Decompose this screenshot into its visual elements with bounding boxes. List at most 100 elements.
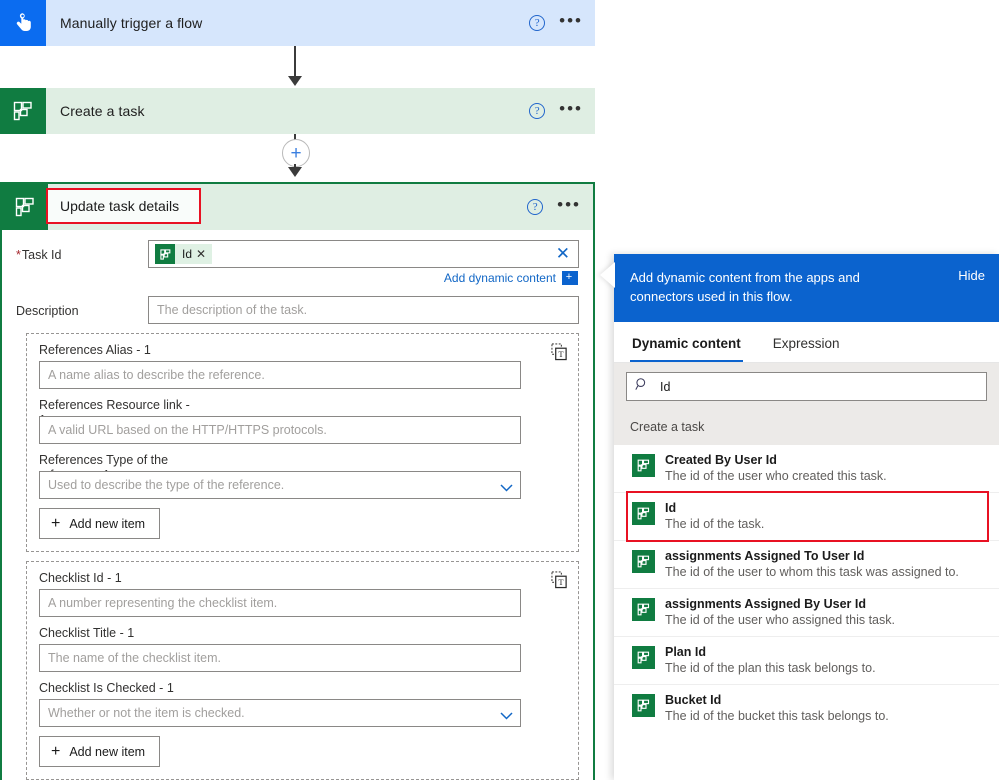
dynamic-content-search-wrapper: Id (614, 363, 999, 411)
list-item-text: assignments Assigned To User Id The id o… (665, 548, 959, 581)
hide-panel-button[interactable]: Hide (950, 268, 985, 283)
flow-card-trigger-title: Manually trigger a flow (60, 15, 203, 31)
references-type-field: References Type of the reference - 1 Use… (39, 453, 566, 499)
planner-board-icon (632, 550, 655, 573)
plus-icon: + (51, 742, 61, 760)
list-item-description: The id of the user to whom this task was… (665, 565, 959, 579)
task-id-control: Id ✕ ✕ Add dynamic content + (148, 240, 579, 292)
flow-card-trigger[interactable]: Manually trigger a flow ? ••• (0, 0, 595, 46)
list-item[interactable]: Created By User Id The id of the user wh… (614, 445, 999, 493)
dynamic-content-panel: Add dynamic content from the apps and co… (614, 254, 999, 780)
list-item-name: Bucket Id (665, 693, 722, 707)
search-input[interactable]: Id (626, 372, 987, 401)
update-task-details-form: *Task Id Id ✕ ✕ Add dynamic content + De… (2, 230, 593, 780)
tab-dynamic-content[interactable]: Dynamic content (630, 322, 743, 362)
flow-card-trigger-body[interactable]: Manually trigger a flow ? ••• (46, 0, 595, 46)
app-root: Manually trigger a flow ? ••• Create a t… (0, 0, 999, 780)
references-type-select[interactable]: Used to describe the type of the referen… (39, 471, 521, 499)
more-options-icon[interactable]: ••• (559, 100, 583, 118)
checklist-title-label: Checklist Title - 1 (39, 626, 135, 640)
list-item-id-highlighted[interactable]: Id The id of the task. (614, 491, 999, 542)
checklist-id-input[interactable]: A number representing the checklist item… (39, 589, 521, 617)
references-type-placeholder: Used to describe the type of the referen… (48, 478, 285, 492)
checklist-title-input[interactable]: The name of the checklist item. (39, 644, 521, 672)
dynamic-token-id[interactable]: Id ✕ (155, 244, 213, 264)
dynamic-content-group-name: Create a task (614, 411, 999, 445)
task-id-label: *Task Id (16, 240, 148, 262)
list-item-text: Created By User Id The id of the user wh… (665, 452, 887, 485)
add-dynamic-content-plus-icon[interactable]: + (562, 271, 578, 285)
insert-step-button[interactable]: + (282, 139, 310, 167)
tab-expression[interactable]: Expression (771, 322, 842, 362)
chevron-down-icon[interactable] (500, 708, 513, 720)
references-array-group: T References Alias - 1 A name alias to d… (26, 333, 579, 552)
panel-pointer-arrow (600, 262, 615, 288)
update-task-details-header[interactable]: ? ••• Update task details (2, 184, 593, 230)
checklist-is-checked-select[interactable]: Whether or not the item is checked. (39, 699, 521, 727)
clear-field-icon[interactable]: ✕ (556, 245, 570, 262)
required-marker: * (16, 248, 21, 262)
help-icon[interactable]: ? (529, 15, 546, 31)
planner-board-icon (632, 502, 655, 525)
references-add-new-item-button[interactable]: + Add new item (39, 508, 161, 539)
list-item[interactable]: assignments Assigned By User Id The id o… (614, 589, 999, 637)
flow-connector-1 (0, 46, 595, 88)
checklist-title-field: Checklist Title - 1 The name of the chec… (39, 626, 566, 672)
references-alias-label: References Alias - 1 (39, 343, 151, 357)
help-icon[interactable]: ? (527, 199, 544, 215)
flow-card-create-a-task-title: Create a task (60, 103, 145, 119)
add-dynamic-content-link[interactable]: Add dynamic content (444, 271, 556, 285)
task-id-label-text: Task Id (21, 248, 62, 262)
references-alias-placeholder: A name alias to describe the reference. (48, 368, 265, 382)
add-dynamic-content-row: Add dynamic content + (148, 271, 579, 285)
references-alias-input[interactable]: A name alias to describe the reference. (39, 361, 521, 389)
checklist-title-placeholder: The name of the checklist item. (48, 651, 221, 665)
checklist-id-label: Checklist Id - 1 (39, 571, 122, 585)
checklist-add-new-item-label: Add new item (69, 744, 146, 759)
list-item-name: assignments Assigned By User Id (665, 597, 866, 611)
description-control: The description of the task. (148, 296, 579, 324)
list-item-description: The id of the plan this task belongs to. (665, 661, 876, 675)
help-icon[interactable]: ? (529, 103, 546, 119)
list-item-description: The id of the user who assigned this tas… (665, 613, 895, 627)
references-resource-link-field: References Resource link - 1 A valid URL… (39, 398, 566, 444)
list-item[interactable]: Plan Id The id of the plan this task bel… (614, 637, 999, 685)
checklist-id-field: Checklist Id - 1 A number representing t… (39, 571, 566, 617)
checklist-id-placeholder: A number representing the checklist item… (48, 596, 278, 610)
list-item-description: The id of the user who created this task… (665, 469, 887, 483)
flow-card-create-a-task[interactable]: Create a task ? ••• (0, 88, 595, 134)
dynamic-token-label: Id (182, 247, 193, 261)
list-item-description: The id of the task. (665, 517, 765, 531)
list-item[interactable]: Bucket Id The id of the bucket this task… (614, 685, 999, 732)
checklist-add-new-item-button[interactable]: + Add new item (39, 736, 161, 767)
task-id-input[interactable]: Id ✕ ✕ (148, 240, 579, 268)
more-options-icon[interactable]: ••• (557, 196, 581, 214)
update-task-details-title-highlight: Update task details (46, 188, 201, 224)
chevron-down-icon[interactable] (500, 480, 513, 492)
planner-board-icon (155, 244, 175, 264)
field-row-task-id: *Task Id Id ✕ ✕ Add dynamic content + (16, 240, 579, 292)
list-item[interactable]: assignments Assigned To User Id The id o… (614, 541, 999, 589)
close-icon[interactable]: ✕ (196, 247, 212, 261)
dynamic-content-panel-header-text: Add dynamic content from the apps and co… (630, 270, 860, 304)
list-item-text: Bucket Id The id of the bucket this task… (665, 692, 889, 725)
flow-connector-2: + (0, 134, 595, 182)
planner-board-icon (2, 184, 48, 230)
planner-board-icon (632, 598, 655, 621)
flow-card-create-a-task-actions: ? ••• (529, 100, 583, 119)
list-item-name: assignments Assigned To User Id (665, 549, 865, 563)
description-input[interactable]: The description of the task. (148, 296, 579, 324)
flow-designer-canvas: Manually trigger a flow ? ••• Create a t… (0, 0, 595, 780)
flow-card-trigger-actions: ? ••• (529, 12, 583, 31)
planner-board-icon (632, 646, 655, 669)
flow-card-create-a-task-body[interactable]: Create a task ? ••• (46, 88, 595, 134)
references-resource-link-input[interactable]: A valid URL based on the HTTP/HTTPS prot… (39, 416, 521, 444)
list-item-name: Created By User Id (665, 453, 777, 467)
update-task-details-title: Update task details (60, 198, 180, 214)
more-options-icon[interactable]: ••• (559, 12, 583, 30)
touch-hand-icon (0, 0, 46, 46)
planner-board-icon (0, 88, 46, 134)
references-type-label: References Type of the reference - 1 (39, 453, 169, 482)
checklist-is-checked-field: Checklist Is Checked - 1 Whether or not … (39, 681, 566, 727)
references-add-new-item-label: Add new item (69, 516, 146, 531)
